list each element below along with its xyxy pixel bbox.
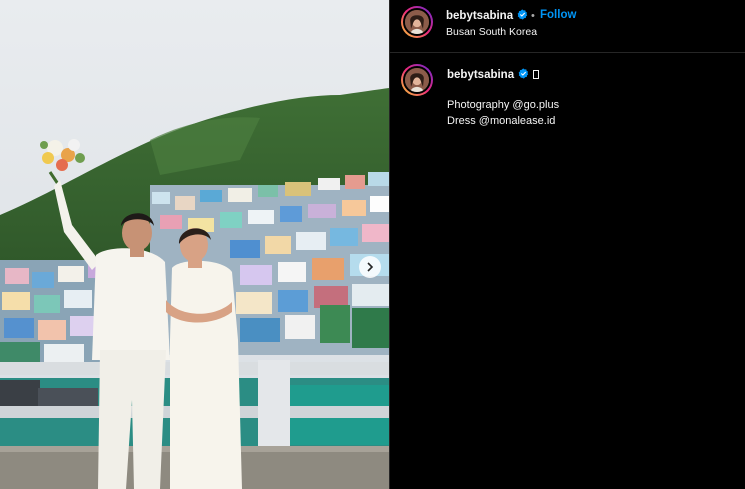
post-image	[0, 0, 389, 489]
verified-badge-icon	[518, 68, 529, 79]
post-photo[interactable]	[0, 0, 389, 489]
post-author[interactable]: bebytsabina	[446, 9, 528, 22]
avatar[interactable]	[401, 6, 433, 38]
caption-line-1: Photography @go.plus	[447, 99, 560, 111]
post-header: bebytsabina • Follow Busan South Korea	[390, 0, 745, 53]
next-photo-button[interactable]	[359, 256, 381, 278]
caption-line-2: Dress @monalease.id	[447, 115, 556, 127]
follow-button[interactable]: Follow	[540, 9, 576, 21]
verified-badge-icon	[517, 9, 528, 20]
profile-photo	[405, 10, 429, 34]
separator-dot: •	[531, 10, 535, 22]
chevron-right-icon	[367, 262, 374, 272]
missing-glyph-icon	[533, 70, 540, 79]
post-details-panel: bebytsabina • Follow Busan South Korea b…	[389, 0, 745, 489]
caption-author[interactable]: bebytsabina	[447, 68, 540, 81]
post-location[interactable]: Busan South Korea	[446, 26, 537, 38]
caption-author-name[interactable]: bebytsabina	[447, 69, 514, 81]
post-author-name[interactable]: bebytsabina	[446, 10, 513, 22]
profile-photo	[405, 68, 429, 92]
caption-avatar[interactable]	[401, 64, 433, 96]
